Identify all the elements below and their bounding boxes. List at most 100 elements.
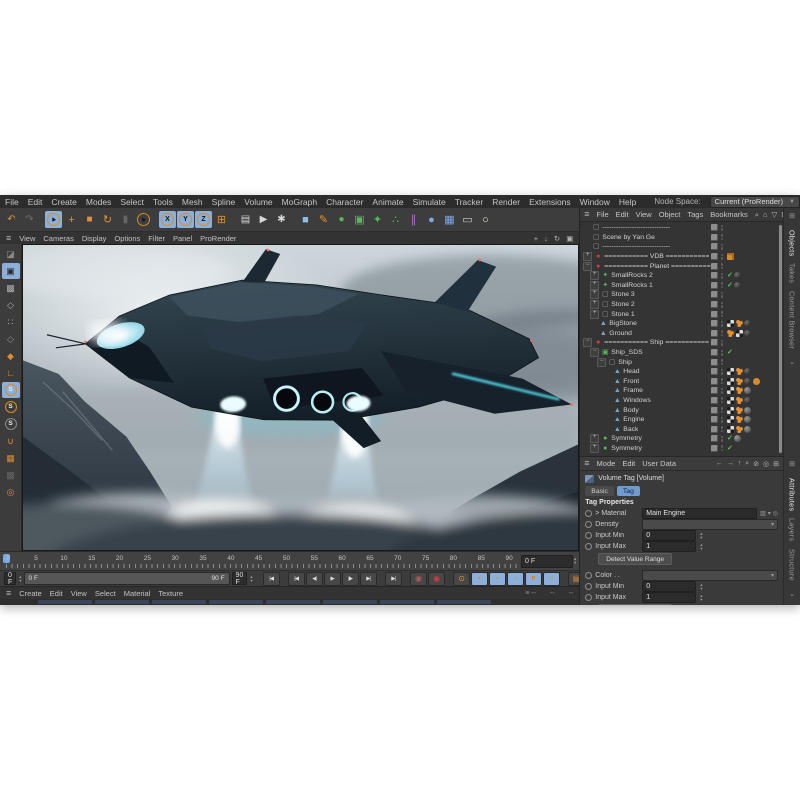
goto-end-button[interactable]: ▶| bbox=[385, 572, 402, 586]
enable-toggle[interactable] bbox=[711, 253, 718, 260]
autokeying-button[interactable]: ◉ bbox=[428, 572, 445, 586]
expand-toggle[interactable]: − bbox=[583, 262, 592, 271]
solo-button[interactable]: ▤ bbox=[568, 572, 580, 586]
material-menu-material[interactable]: Material bbox=[124, 589, 151, 598]
visibility-dots[interactable] bbox=[720, 292, 724, 298]
lock-x-axis-button[interactable]: X bbox=[159, 211, 176, 228]
phong-tag[interactable] bbox=[736, 397, 743, 404]
expand-toggle[interactable]: − bbox=[590, 348, 599, 357]
om-menu-view[interactable]: View bbox=[636, 210, 652, 219]
lock-y-axis-button[interactable]: Y bbox=[177, 211, 194, 228]
material-thumbnails-strip[interactable] bbox=[0, 599, 579, 605]
menu-create[interactable]: Create bbox=[51, 197, 77, 207]
rotate-icon[interactable]: ↻ bbox=[554, 234, 560, 243]
object-row-planet[interactable]: −●=========== Planet =========== bbox=[580, 261, 783, 271]
enable-toggle[interactable] bbox=[711, 263, 718, 270]
menu-mograph[interactable]: MoGraph bbox=[282, 197, 317, 207]
object-manager-menu-icon[interactable]: ≡ bbox=[584, 210, 589, 219]
enable-toggle[interactable] bbox=[711, 407, 718, 414]
grid-snap-button[interactable]: ▩ bbox=[2, 467, 20, 483]
menu-volume[interactable]: Volume bbox=[244, 197, 272, 207]
polygons-mode-button[interactable]: ◆ bbox=[2, 348, 20, 364]
enable-toggle[interactable] bbox=[711, 368, 718, 375]
menu-tools[interactable]: Tools bbox=[153, 197, 173, 207]
viewport[interactable] bbox=[22, 244, 579, 551]
enable-toggle[interactable] bbox=[711, 416, 718, 423]
panel-add-icon[interactable]: ⊞ bbox=[789, 212, 795, 220]
visibility-dots[interactable] bbox=[720, 436, 724, 442]
phong-tag[interactable] bbox=[736, 368, 743, 375]
visibility-dots[interactable] bbox=[720, 340, 724, 346]
play-button[interactable]: ▶ bbox=[324, 572, 341, 586]
expand-toggle[interactable]: + bbox=[590, 300, 599, 309]
object-row-scene-by-yan-ge[interactable]: ▢Scene by Yan Ge bbox=[580, 233, 783, 243]
visibility-dots[interactable] bbox=[720, 273, 724, 279]
menu-modes[interactable]: Modes bbox=[86, 197, 112, 207]
expand-toggle[interactable]: − bbox=[583, 338, 592, 347]
enable-toggle[interactable] bbox=[711, 397, 718, 404]
visibility-dots[interactable] bbox=[720, 311, 724, 317]
om-menu-edit[interactable]: Edit bbox=[616, 210, 629, 219]
visibility-dots[interactable] bbox=[720, 388, 724, 394]
uv-tag[interactable] bbox=[727, 416, 734, 423]
expand-toggle[interactable]: + bbox=[590, 434, 599, 443]
input-min-input[interactable]: 0 bbox=[642, 530, 696, 541]
matl-tag[interactable] bbox=[734, 435, 741, 442]
uv-tag[interactable] bbox=[727, 368, 734, 375]
expand-toggle[interactable]: + bbox=[590, 281, 599, 290]
am-menu-user-data[interactable]: User Data bbox=[642, 459, 676, 468]
range-end-field[interactable]: 90 F bbox=[232, 572, 248, 585]
axis-mode-button[interactable]: ∟ bbox=[2, 365, 20, 381]
prev-frame-button[interactable]: ◀| bbox=[306, 572, 323, 586]
phong-tag[interactable] bbox=[736, 387, 743, 394]
lock-z-axis-button[interactable]: Z bbox=[195, 211, 212, 228]
mograph-button[interactable]: ∴ bbox=[387, 211, 404, 228]
viewport-menu-display[interactable]: Display bbox=[82, 234, 107, 243]
enable-toggle[interactable] bbox=[711, 243, 718, 250]
density-dropdown[interactable]: ▾ bbox=[642, 519, 778, 530]
side-tab-content-browser[interactable]: Content Browser bbox=[788, 291, 795, 349]
spline-tools-button[interactable]: ∥ bbox=[405, 211, 422, 228]
menu-mesh[interactable]: Mesh bbox=[182, 197, 203, 207]
enable-toggle[interactable] bbox=[711, 272, 718, 279]
menu-render[interactable]: Render bbox=[492, 197, 520, 207]
workplane-mode-button[interactable]: ◇ bbox=[2, 297, 20, 313]
enable-toggle[interactable] bbox=[711, 311, 718, 318]
anim-toggle-icon[interactable] bbox=[585, 583, 592, 590]
expand-toggle[interactable]: + bbox=[590, 444, 599, 453]
enable-toggle[interactable] bbox=[711, 224, 718, 231]
phong-tag[interactable] bbox=[736, 407, 743, 414]
maximize-icon[interactable]: ▣ bbox=[566, 234, 573, 243]
dropdown-icon[interactable]: ▾ bbox=[768, 510, 771, 517]
tab-tag[interactable]: Tag bbox=[617, 486, 640, 496]
scroll-down-icon[interactable]: ⌄ bbox=[789, 590, 795, 598]
mat-tag[interactable] bbox=[744, 397, 751, 404]
dolly-icon[interactable]: ↓ bbox=[544, 234, 548, 243]
matl-tag[interactable] bbox=[744, 416, 751, 423]
material-thumb[interactable] bbox=[437, 600, 491, 604]
stepper[interactable]: ▴▾ bbox=[700, 583, 702, 591]
object-row-engine[interactable]: ▲Engine bbox=[580, 415, 783, 425]
visibility-dots[interactable] bbox=[720, 417, 724, 423]
anim-toggle-icon[interactable] bbox=[585, 543, 592, 550]
render-picture-viewer-button[interactable]: ▶ bbox=[255, 211, 272, 228]
side-tab-objects[interactable]: Objects bbox=[788, 230, 795, 256]
uv-tag[interactable] bbox=[736, 330, 743, 337]
matl-tag[interactable] bbox=[744, 387, 751, 394]
mat-tag[interactable] bbox=[734, 282, 741, 289]
check-tag[interactable]: ✓ bbox=[727, 435, 733, 442]
object-row-body[interactable]: ▲Body bbox=[580, 405, 783, 415]
viewport-menu-filter[interactable]: Filter bbox=[148, 234, 165, 243]
light-button[interactable]: ○ bbox=[477, 211, 494, 228]
coordinate-system-button[interactable]: ⊞ bbox=[213, 211, 230, 228]
target-icon[interactable]: ◎ bbox=[763, 460, 769, 468]
matl-tag[interactable] bbox=[744, 407, 751, 414]
side-tab-takes[interactable]: Takes bbox=[788, 263, 795, 283]
search-icon[interactable]: ⌕ bbox=[745, 460, 749, 468]
enable-snap-button[interactable]: S bbox=[2, 382, 20, 398]
attribute-manager-menu-icon[interactable]: ≡ bbox=[584, 459, 589, 468]
spline-pen-button[interactable]: ✎ bbox=[315, 211, 332, 228]
om-menu-object[interactable]: Object bbox=[659, 210, 681, 219]
visibility-dots[interactable] bbox=[720, 225, 724, 231]
viewport-menu-icon[interactable]: ≡ bbox=[6, 234, 11, 243]
